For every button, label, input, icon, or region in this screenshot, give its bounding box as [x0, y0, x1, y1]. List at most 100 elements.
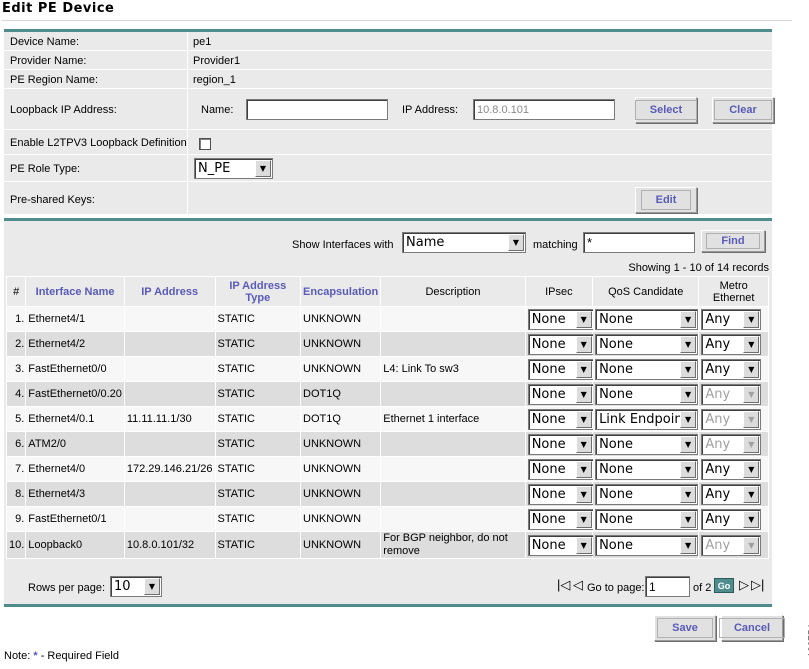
chevron-down-icon: ▼	[680, 460, 697, 478]
pe-role-row: PE Role Type: N_PE ▼	[4, 155, 772, 182]
page-total: of 2	[693, 582, 712, 594]
interface-name: Loopback0	[25, 531, 125, 559]
metro-cell: Any ▼	[698, 381, 769, 407]
chevron-down-icon: ▼	[255, 160, 271, 177]
ipsec-wrap: None ▼	[527, 508, 594, 530]
metro-select[interactable]: Any ▼	[701, 358, 762, 380]
ipsec-select[interactable]: None ▼	[527, 308, 594, 330]
qos-wrap: None ▼	[595, 483, 699, 505]
records-count: Showing 1 - 10 of 14 records	[628, 262, 769, 274]
device-name-row: Device Name: pe1	[4, 32, 772, 51]
chevron-down-icon: ▼	[680, 410, 697, 428]
qos-cell: None ▼	[592, 481, 700, 507]
cancel-button[interactable]: Cancel	[718, 615, 786, 641]
table-row: 8. Ethernet4/3 STATIC UNKNOWN None ▼ None ▼ Any ▼	[5, 481, 769, 507]
page-number-input[interactable]	[645, 576, 690, 597]
next-page-icon[interactable]: ▷	[739, 577, 749, 593]
chevron-down-icon: ▼	[575, 360, 592, 378]
pe-role-select[interactable]: N_PE ▼	[194, 158, 273, 179]
table-row: 4. FastEthernet0/0.20 STATIC DOT1Q None ▼ None…	[5, 381, 769, 407]
qos-select[interactable]: None ▼	[595, 433, 699, 455]
ipsec-wrap: None ▼	[527, 333, 594, 355]
metro-select[interactable]: Any ▼	[701, 508, 762, 530]
l2tpv3-checkbox[interactable]	[199, 138, 211, 150]
ipsec-cell: None ▼	[524, 306, 594, 332]
qos-select[interactable]: None ▼	[595, 458, 699, 480]
encapsulation: DOT1Q	[300, 381, 382, 407]
select-button[interactable]: Select	[634, 97, 698, 123]
col-encapsulation[interactable]: Encapsulation	[300, 276, 382, 307]
ipsec-select[interactable]: None ▼	[527, 333, 594, 355]
table-row: 9. FastEthernet0/1 STATIC UNKNOWN None ▼ None ▼…	[5, 506, 769, 532]
provider-name-value: Provider1	[193, 55, 241, 67]
ipsec-select[interactable]: None ▼	[527, 534, 594, 556]
col-interface-name[interactable]: Interface Name	[25, 276, 125, 307]
ipsec-select[interactable]: None ▼	[527, 458, 594, 480]
qos-select[interactable]: None ▼	[595, 383, 699, 405]
go-button[interactable]: Go	[714, 578, 734, 593]
find-button[interactable]: Find	[701, 230, 765, 252]
metro-wrap: Any ▼	[701, 408, 766, 430]
chevron-down-icon: ▼	[575, 385, 592, 403]
qos-select[interactable]: None ▼	[595, 483, 699, 505]
qos-select[interactable]: None ▼	[595, 333, 699, 355]
metro-cell: Any ▼	[698, 506, 769, 532]
qos-select[interactable]: None ▼	[595, 358, 699, 380]
ip-address-type: STATIC	[214, 506, 302, 532]
encapsulation: UNKNOWN	[300, 506, 382, 532]
qos-cell: None ▼	[592, 381, 700, 407]
first-page-icon[interactable]: |◁	[557, 577, 570, 593]
table-row: 6. ATM2/0 STATIC UNKNOWN None ▼ None ▼ Any ▼	[5, 431, 769, 457]
col-ipsec: IPsec	[524, 276, 594, 307]
qos-select[interactable]: None ▼	[595, 308, 699, 330]
qos-select[interactable]: None ▼	[595, 508, 699, 530]
col-ip-address[interactable]: IP Address	[123, 276, 216, 307]
ip-address	[123, 431, 216, 457]
qos-select[interactable]: Link Endpoint ▼	[595, 408, 699, 430]
select-button-label: Select	[634, 100, 698, 120]
loopback-label: Loopback IP Address:	[10, 104, 117, 116]
ipsec-wrap: None ▼	[527, 358, 594, 380]
qos-cell: None ▼	[592, 531, 700, 559]
ipsec-select[interactable]: None ▼	[527, 383, 594, 405]
metro-wrap: Any ▼	[701, 308, 766, 330]
chevron-down-icon: ▼	[680, 510, 697, 528]
region-name-label: PE Region Name:	[10, 74, 99, 86]
ipsec-select[interactable]: None ▼	[527, 483, 594, 505]
prev-page-icon[interactable]: ◁	[573, 577, 583, 593]
last-page-icon[interactable]: ▷|	[751, 577, 764, 593]
filter-field-select[interactable]: Name ▼	[402, 232, 526, 253]
row-number: 7.	[5, 456, 27, 482]
ipsec-select[interactable]: None ▼	[527, 433, 594, 455]
matching-input[interactable]	[583, 232, 695, 253]
ipsec-select[interactable]: None ▼	[527, 408, 594, 430]
ipsec-wrap: None ▼	[527, 433, 594, 455]
loopback-name-input[interactable]	[246, 99, 388, 120]
chevron-down-icon: ▼	[575, 460, 592, 478]
row-number: 8.	[5, 481, 27, 507]
save-button[interactable]: Save	[654, 615, 716, 641]
ip-address-type: STATIC	[214, 531, 302, 559]
qos-cell: None ▼	[592, 331, 700, 357]
col-ip-type[interactable]: IP Address Type	[214, 276, 302, 307]
chevron-down-icon: ▼	[575, 510, 592, 528]
ipsec-wrap: None ▼	[527, 534, 594, 556]
metro-select[interactable]: Any ▼	[701, 483, 762, 505]
psk-edit-button[interactable]: Edit	[635, 187, 697, 213]
ipsec-select[interactable]: None ▼	[527, 358, 594, 380]
ipsec-select[interactable]: None ▼	[527, 508, 594, 530]
rows-per-page-select[interactable]: 10 ▼	[110, 576, 162, 597]
metro-select[interactable]: Any ▼	[701, 333, 762, 355]
provider-name-row: Provider Name: Provider1	[4, 51, 772, 70]
ipsec-cell: None ▼	[524, 406, 594, 432]
metro-select[interactable]: Any ▼	[701, 458, 762, 480]
qos-wrap: None ▼	[595, 308, 699, 330]
note-text: - Required Field	[40, 650, 119, 662]
qos-select[interactable]: None ▼	[595, 534, 699, 556]
encapsulation: UNKNOWN	[300, 356, 382, 382]
metro-select[interactable]: Any ▼	[701, 308, 762, 330]
chevron-down-icon: ▼	[575, 435, 592, 453]
ip-address	[123, 306, 216, 332]
clear-button[interactable]: Clear	[712, 97, 774, 123]
chevron-down-icon: ▼	[575, 536, 592, 554]
